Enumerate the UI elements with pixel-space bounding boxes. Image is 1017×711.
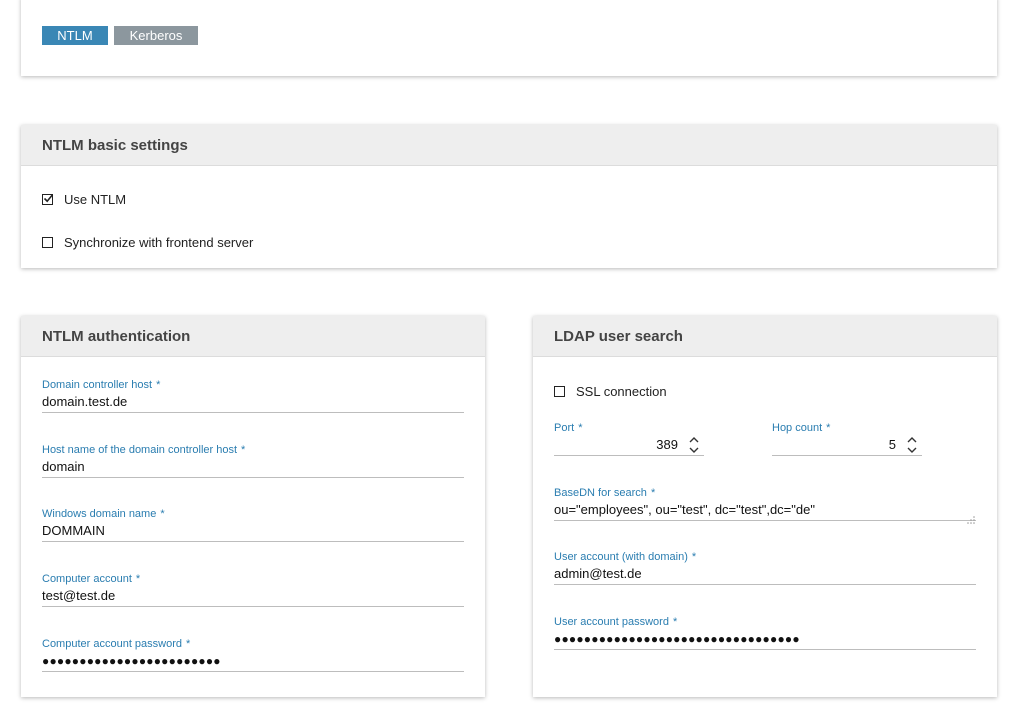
sync-frontend-checkbox-row[interactable]: Synchronize with frontend server (42, 235, 253, 250)
field-label: Computer account password (42, 638, 183, 650)
required-marker: * (135, 573, 141, 585)
field-label: Windows domain name (42, 508, 157, 520)
resize-handle-icon[interactable] (967, 511, 975, 524)
user-account-field: User account (with domain) * admin@test.d… (554, 550, 976, 585)
field-label: User account (with domain) (554, 551, 688, 563)
card-title: NTLM basic settings (21, 125, 997, 166)
user-account-password-field: User account password * ●●●●●●●●●●●●●●●●●… (554, 615, 976, 650)
checkbox-checked-icon[interactable] (42, 194, 54, 205)
required-marker: * (186, 638, 191, 650)
field-label: Hop count (772, 422, 823, 434)
checkbox-unchecked-icon[interactable] (554, 386, 565, 397)
computer-account-field: Computer account * test@test.de (42, 572, 464, 607)
ssl-connection-label: SSL connection (576, 384, 667, 399)
domain-controller-host-input[interactable]: domain.test.de (42, 392, 464, 413)
use-ntlm-checkbox-row[interactable]: Use NTLM (42, 192, 126, 207)
windows-domain-name-input[interactable]: DOMMAIN (42, 521, 464, 542)
required-marker: * (650, 487, 656, 499)
computer-account-password-input[interactable]: ●●●●●●●●●●●●●●●●●●●●●●●● (42, 651, 464, 672)
required-marker: * (672, 616, 678, 628)
domain-controller-hostname-input[interactable]: domain (42, 457, 464, 478)
card-title: NTLM authentication (21, 316, 485, 357)
basedn-textarea[interactable]: ou="employees", ou="test", dc="test",dc=… (554, 500, 976, 521)
required-marker: * (578, 422, 583, 434)
field-label: Computer account (42, 573, 132, 585)
basedn-field: BaseDN for search * ou="employees", ou="t… (554, 486, 976, 524)
field-label: Domain controller host (42, 379, 153, 391)
required-marker: * (156, 379, 161, 391)
spinner-arrows-icon[interactable] (906, 434, 918, 456)
required-marker: * (691, 551, 697, 563)
tab-bar-card: NTLM Kerberos (21, 0, 997, 76)
port-field: Port * 389 (554, 421, 704, 456)
domain-controller-hostname-field: Host name of the domain controller host *… (42, 443, 464, 478)
tab-ntlm[interactable]: NTLM (42, 26, 108, 45)
computer-account-input[interactable]: test@test.de (42, 586, 464, 607)
field-label: Port (554, 422, 575, 434)
tab-kerberos[interactable]: Kerberos (114, 26, 198, 45)
sync-frontend-label: Synchronize with frontend server (64, 235, 254, 250)
user-account-password-input[interactable]: ●●●●●●●●●●●●●●●●●●●●●●●●●●●●●●●●● (554, 629, 976, 650)
spinner-arrows-icon[interactable] (688, 434, 700, 456)
port-input[interactable]: 389 (554, 435, 704, 456)
required-marker: * (826, 422, 831, 434)
checkbox-unchecked-icon[interactable] (42, 237, 53, 248)
domain-controller-host-field: Domain controller host * domain.test.de (42, 378, 464, 413)
field-label: BaseDN for search (554, 487, 647, 499)
use-ntlm-label: Use NTLM (64, 192, 127, 207)
card-title: LDAP user search (533, 316, 997, 357)
field-label: User account password (554, 616, 669, 628)
required-marker: * (160, 508, 165, 520)
windows-domain-name-field: Windows domain name * DOMMAIN (42, 507, 464, 542)
ntlm-basic-settings-card: NTLM basic settings Use NTLM Synchronize… (21, 125, 997, 268)
hop-count-input[interactable]: 5 (772, 435, 922, 456)
required-marker: * (241, 444, 246, 456)
ntlm-authentication-card: NTLM authentication Domain controller ho… (21, 316, 485, 697)
user-account-input[interactable]: admin@test.de (554, 564, 976, 585)
ssl-connection-checkbox-row[interactable]: SSL connection (554, 384, 667, 399)
computer-account-password-field: Computer account password * ●●●●●●●●●●●●●… (42, 637, 464, 672)
ldap-user-search-card: LDAP user search SSL connection Port * 38… (533, 316, 997, 697)
hop-count-field: Hop count * 5 (772, 421, 922, 456)
field-label: Host name of the domain controller host (42, 444, 238, 456)
